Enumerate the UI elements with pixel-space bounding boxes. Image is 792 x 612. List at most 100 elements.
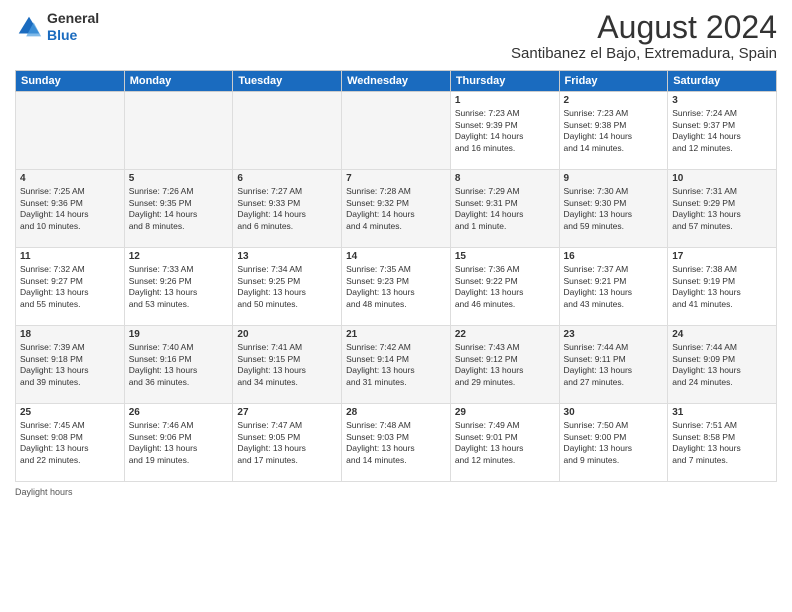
day-number: 8: [455, 173, 555, 184]
day-info: Sunrise: 7:28 AMSunset: 9:32 PMDaylight:…: [346, 186, 446, 232]
calendar-cell-5-5: 29 Sunrise: 7:49 AMSunset: 9:01 PMDayligh…: [450, 404, 559, 482]
day-number: 5: [129, 173, 229, 184]
logo-text: General Blue: [47, 10, 99, 44]
day-info: Sunrise: 7:48 AMSunset: 9:03 PMDaylight:…: [346, 420, 446, 466]
day-info: Sunrise: 7:39 AMSunset: 9:18 PMDaylight:…: [20, 342, 120, 388]
dow-header-saturday: Saturday: [668, 71, 777, 92]
page: General Blue August 2024 Santibanez el B…: [0, 0, 792, 612]
day-info: Sunrise: 7:35 AMSunset: 9:23 PMDaylight:…: [346, 264, 446, 310]
month-year: August 2024: [511, 10, 777, 45]
day-number: 28: [346, 407, 446, 418]
calendar-cell-5-6: 30 Sunrise: 7:50 AMSunset: 9:00 PMDayligh…: [559, 404, 668, 482]
day-info: Sunrise: 7:42 AMSunset: 9:14 PMDaylight:…: [346, 342, 446, 388]
day-number: 15: [455, 251, 555, 262]
calendar: SundayMondayTuesdayWednesdayThursdayFrid…: [15, 70, 777, 482]
week-row-4: 18 Sunrise: 7:39 AMSunset: 9:18 PMDayligh…: [16, 326, 777, 404]
day-info: Sunrise: 7:37 AMSunset: 9:21 PMDaylight:…: [564, 264, 664, 310]
day-info: Sunrise: 7:23 AMSunset: 9:38 PMDaylight:…: [564, 108, 664, 154]
footer: Daylight hours: [15, 487, 777, 497]
day-number: 3: [672, 95, 772, 106]
calendar-cell-2-7: 10 Sunrise: 7:31 AMSunset: 9:29 PMDayligh…: [668, 170, 777, 248]
day-number: 9: [564, 173, 664, 184]
calendar-cell-3-4: 14 Sunrise: 7:35 AMSunset: 9:23 PMDayligh…: [342, 248, 451, 326]
day-info: Sunrise: 7:34 AMSunset: 9:25 PMDaylight:…: [237, 264, 337, 310]
day-info: Sunrise: 7:33 AMSunset: 9:26 PMDaylight:…: [129, 264, 229, 310]
day-number: 20: [237, 329, 337, 340]
calendar-cell-3-1: 11 Sunrise: 7:32 AMSunset: 9:27 PMDayligh…: [16, 248, 125, 326]
calendar-cell-5-1: 25 Sunrise: 7:45 AMSunset: 9:08 PMDayligh…: [16, 404, 125, 482]
dow-header-monday: Monday: [124, 71, 233, 92]
calendar-cell-4-2: 19Sunrise: 7:40 AMSunset: 9:16 PMDayligh…: [124, 326, 233, 404]
day-number: 11: [20, 251, 120, 262]
location: Santibanez el Bajo, Extremadura, Spain: [511, 45, 777, 62]
day-number: 26: [129, 407, 229, 418]
day-number: 30: [564, 407, 664, 418]
day-info: Sunrise: 7:47 AMSunset: 9:05 PMDaylight:…: [237, 420, 337, 466]
calendar-cell-1-5: 1 Sunrise: 7:23 AMSunset: 9:39 PMDaylight…: [450, 92, 559, 170]
day-info: Sunrise: 7:45 AMSunset: 9:08 PMDaylight:…: [20, 420, 120, 466]
day-info: Sunrise: 7:25 AMSunset: 9:36 PMDaylight:…: [20, 186, 120, 232]
day-number: 21: [346, 329, 446, 340]
calendar-cell-2-3: 6Sunrise: 7:27 AMSunset: 9:33 PMDaylight…: [233, 170, 342, 248]
calendar-cell-4-6: 23 Sunrise: 7:44 AMSunset: 9:11 PMDayligh…: [559, 326, 668, 404]
day-info: Sunrise: 7:41 AMSunset: 9:15 PMDaylight:…: [237, 342, 337, 388]
day-info: Sunrise: 7:29 AMSunset: 9:31 PMDaylight:…: [455, 186, 555, 232]
header: General Blue August 2024 Santibanez el B…: [15, 10, 777, 62]
day-info: Sunrise: 7:43 AMSunset: 9:12 PMDaylight:…: [455, 342, 555, 388]
day-number: 10: [672, 173, 772, 184]
day-number: 23: [564, 329, 664, 340]
dow-header-friday: Friday: [559, 71, 668, 92]
calendar-cell-5-7: 31 Sunrise: 7:51 AMSunset: 8:58 PMDayligh…: [668, 404, 777, 482]
calendar-cell-4-5: 22Sunrise: 7:43 AMSunset: 9:12 PMDayligh…: [450, 326, 559, 404]
calendar-cell-3-7: 17Sunrise: 7:38 AMSunset: 9:19 PMDayligh…: [668, 248, 777, 326]
calendar-cell-3-3: 13 Sunrise: 7:34 AMSunset: 9:25 PMDayligh…: [233, 248, 342, 326]
day-number: 14: [346, 251, 446, 262]
dow-header-sunday: Sunday: [16, 71, 125, 92]
day-info: Sunrise: 7:44 AMSunset: 9:09 PMDaylight:…: [672, 342, 772, 388]
dow-header-tuesday: Tuesday: [233, 71, 342, 92]
calendar-cell-2-6: 9Sunrise: 7:30 AMSunset: 9:30 PMDaylight…: [559, 170, 668, 248]
day-number: 4: [20, 173, 120, 184]
day-info: Sunrise: 7:38 AMSunset: 9:19 PMDaylight:…: [672, 264, 772, 310]
day-number: 1: [455, 95, 555, 106]
calendar-cell-1-1: [16, 92, 125, 170]
calendar-cell-1-6: 2 Sunrise: 7:23 AMSunset: 9:38 PMDaylight…: [559, 92, 668, 170]
day-info: Sunrise: 7:32 AMSunset: 9:27 PMDaylight:…: [20, 264, 120, 310]
calendar-cell-1-2: [124, 92, 233, 170]
calendar-cell-3-5: 15Sunrise: 7:36 AMSunset: 9:22 PMDayligh…: [450, 248, 559, 326]
day-info: Sunrise: 7:51 AMSunset: 8:58 PMDaylight:…: [672, 420, 772, 466]
day-number: 27: [237, 407, 337, 418]
day-number: 12: [129, 251, 229, 262]
day-number: 13: [237, 251, 337, 262]
calendar-cell-4-3: 20 Sunrise: 7:41 AMSunset: 9:15 PMDayligh…: [233, 326, 342, 404]
day-info: Sunrise: 7:26 AMSunset: 9:35 PMDaylight:…: [129, 186, 229, 232]
day-info: Sunrise: 7:23 AMSunset: 9:39 PMDaylight:…: [455, 108, 555, 154]
day-info: Sunrise: 7:31 AMSunset: 9:29 PMDaylight:…: [672, 186, 772, 232]
day-number: 29: [455, 407, 555, 418]
day-info: Sunrise: 7:49 AMSunset: 9:01 PMDaylight:…: [455, 420, 555, 466]
day-info: Sunrise: 7:40 AMSunset: 9:16 PMDaylight:…: [129, 342, 229, 388]
day-info: Sunrise: 7:50 AMSunset: 9:00 PMDaylight:…: [564, 420, 664, 466]
day-info: Sunrise: 7:44 AMSunset: 9:11 PMDaylight:…: [564, 342, 664, 388]
calendar-body: 1 Sunrise: 7:23 AMSunset: 9:39 PMDaylight…: [16, 92, 777, 482]
day-number: 2: [564, 95, 664, 106]
calendar-cell-2-2: 5 Sunrise: 7:26 AMSunset: 9:35 PMDaylight…: [124, 170, 233, 248]
logo: General Blue: [15, 10, 99, 44]
calendar-cell-2-1: 4 Sunrise: 7:25 AMSunset: 9:36 PMDaylight…: [16, 170, 125, 248]
title-area: August 2024 Santibanez el Bajo, Extremad…: [511, 10, 777, 62]
week-row-1: 1 Sunrise: 7:23 AMSunset: 9:39 PMDaylight…: [16, 92, 777, 170]
calendar-cell-5-2: 26Sunrise: 7:46 AMSunset: 9:06 PMDayligh…: [124, 404, 233, 482]
week-row-2: 4 Sunrise: 7:25 AMSunset: 9:36 PMDaylight…: [16, 170, 777, 248]
day-number: 24: [672, 329, 772, 340]
calendar-cell-3-2: 12 Sunrise: 7:33 AMSunset: 9:26 PMDayligh…: [124, 248, 233, 326]
day-number: 25: [20, 407, 120, 418]
week-row-5: 25 Sunrise: 7:45 AMSunset: 9:08 PMDayligh…: [16, 404, 777, 482]
day-number: 31: [672, 407, 772, 418]
logo-blue: Blue: [47, 27, 77, 43]
day-number: 18: [20, 329, 120, 340]
logo-general: General: [47, 10, 99, 26]
days-of-week-row: SundayMondayTuesdayWednesdayThursdayFrid…: [16, 71, 777, 92]
day-number: 6: [237, 173, 337, 184]
calendar-cell-5-3: 27 Sunrise: 7:47 AMSunset: 9:05 PMDayligh…: [233, 404, 342, 482]
logo-icon: [15, 13, 43, 41]
